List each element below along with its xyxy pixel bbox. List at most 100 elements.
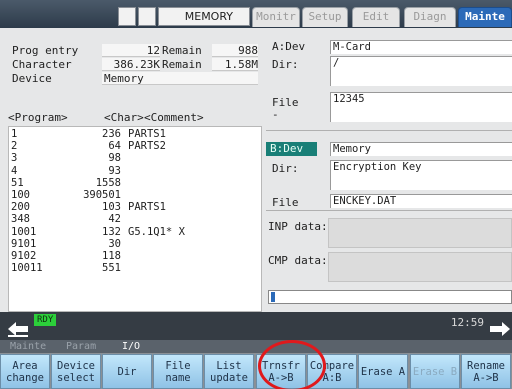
device-a-field[interactable]: M-Card [330, 40, 512, 54]
softkey-label-line1: Device [57, 359, 95, 372]
softkey-erase-b-button[interactable]: Erase B [410, 354, 460, 389]
device-a-block[interactable]: A:Dev M-Card Dir: / File 12345 - [266, 38, 512, 122]
next-arrow-icon[interactable] [488, 320, 512, 338]
program-size: 103 [102, 201, 121, 214]
file-b-field[interactable]: ENCKEY.DAT [330, 194, 512, 208]
character-label: Character [12, 58, 72, 71]
softkey-bar: Area change Device select Dir File name List upd… [0, 353, 512, 389]
softkey-label-line1: Trnsfr [262, 359, 300, 372]
softkey-dir-button[interactable]: Dir [102, 354, 152, 389]
table-row[interactable]: 9102 118 [9, 250, 259, 262]
prog-entry-label: Prog entry [12, 44, 79, 57]
softkey-label-line2: update [210, 371, 248, 384]
program-number: 3 [11, 152, 18, 165]
table-row[interactable]: 348 42 [9, 213, 259, 225]
device-b-block[interactable]: B:Dev Memory Dir: Encryption Key File EN… [266, 138, 512, 218]
tab-setup[interactable]: Setup [302, 7, 348, 27]
softkey-label-line1: Compare [309, 359, 355, 372]
device-b-field[interactable]: Memory [330, 142, 512, 156]
program-size: 64 [108, 140, 121, 153]
blank-indicator [138, 7, 156, 26]
inp-data-label: INP data: [268, 220, 328, 233]
softkey-list-update-button[interactable]: List update [204, 354, 254, 389]
transfer-panel: A:Dev M-Card Dir: / File 12345 - B:Dev M… [266, 38, 512, 304]
prog-entry-row: Prog entry 12 Remain 988 [12, 44, 262, 58]
table-row[interactable]: 3 98 [9, 152, 259, 164]
file-b-label: File [272, 196, 299, 209]
softkey-device-select-button[interactable]: Device select [51, 354, 101, 389]
comment-column-header: <Comment> [144, 111, 204, 124]
program-size: 1558 [95, 176, 121, 189]
program-size: 132 [102, 225, 121, 238]
character-value: 386.23K [113, 58, 160, 71]
program-size: 390501 [83, 189, 121, 201]
softkey-label-line2: A:B [322, 371, 342, 384]
table-row[interactable]: 1001 132 G5.1Q1* X [9, 226, 259, 238]
program-comment: PARTS2 [128, 140, 166, 153]
program-number: 200 [11, 201, 30, 214]
cmp-data-field [328, 252, 512, 282]
program-number: 348 [11, 213, 30, 226]
program-number: 4 [11, 164, 18, 177]
tab-edit[interactable]: Edit [352, 7, 400, 27]
tab-maintenance[interactable]: Mainte [458, 7, 512, 27]
char-column-header: <Char> [104, 111, 144, 124]
clock: 12:59 [450, 316, 484, 329]
table-row[interactable]: 100 390501 [9, 189, 259, 201]
program-list-header: <Program> <Char> <Comment> [8, 111, 258, 125]
divider [266, 210, 512, 211]
softkey-label-line1: List [216, 359, 242, 372]
device-a-label: A:Dev [272, 40, 306, 53]
program-number: 9102 [11, 250, 37, 262]
table-row[interactable]: 10011 551 [9, 262, 259, 274]
blank-indicator [118, 7, 136, 26]
program-number: 9101 [11, 237, 37, 250]
program-number: 2 [11, 140, 18, 153]
softkey-compare-a-b-button[interactable]: Compare A:B [307, 354, 357, 389]
softkey-label-line2: change [6, 371, 44, 384]
program-size: 551 [102, 262, 121, 275]
softkey-label-line2: A->B [473, 371, 499, 384]
program-list[interactable]: 1 236 PARTS1 2 64 PARTS2 3 98 4 93 51 1558 100 390501… [8, 126, 262, 312]
program-size: 118 [102, 250, 121, 262]
dir-b-label: Dir: [272, 162, 299, 175]
softkey-area-change-button[interactable]: Area change [0, 354, 50, 389]
table-row[interactable]: 9101 30 [9, 238, 259, 250]
softkey-label-line1: Area [12, 359, 38, 372]
dir-b-field[interactable]: Encryption Key [330, 160, 512, 190]
back-arrow-icon[interactable] [6, 320, 30, 338]
table-row[interactable]: 1 236 PARTS1 [9, 128, 259, 140]
table-row[interactable]: 200 103 PARTS1 [9, 201, 259, 213]
input-cursor [271, 292, 275, 302]
caption-mainte: Mainte [10, 341, 47, 352]
program-column-header: <Program> [8, 111, 68, 124]
inp-data-field [328, 218, 512, 248]
dir-a-field[interactable]: / [330, 56, 512, 86]
program-comment: G5.1Q1* X [128, 225, 185, 238]
program-number: 1 [11, 128, 18, 140]
program-size: 42 [108, 213, 121, 226]
softkey-erase-a-button[interactable]: Erase A [358, 354, 408, 389]
ready-badge: RDY [34, 314, 57, 326]
caption-param: Param [66, 341, 97, 352]
table-row[interactable]: 2 64 PARTS2 [9, 140, 259, 152]
softkey-label-line1: Rename [467, 359, 505, 372]
softkey-file-name-button[interactable]: File name [153, 354, 203, 389]
file-a-field[interactable]: 12345 [330, 92, 512, 122]
table-row[interactable]: 51 1558 [9, 177, 259, 189]
key-input-line[interactable] [268, 290, 512, 304]
divider [266, 130, 512, 131]
file-a-extra: - [272, 108, 279, 121]
memory-panel: Prog entry 12 Remain 988 Character 386.2… [4, 32, 262, 312]
program-number: 1001 [11, 225, 37, 238]
top-bar: MEMORY Monitr Setup Edit Diagn Mainte [0, 0, 512, 28]
table-row[interactable]: 4 93 [9, 165, 259, 177]
softkey-transfer-a-to-b-button[interactable]: Trnsfr A->B [256, 354, 306, 389]
device-b-label: B:Dev [266, 142, 318, 156]
program-size: 30 [108, 237, 121, 250]
softkey-rename-a-to-b-button[interactable]: Rename A->B [461, 354, 511, 389]
prog-entry-value: 12 [146, 44, 160, 57]
tab-diagnosis[interactable]: Diagn [404, 7, 456, 27]
tab-monitor[interactable]: Monitr [252, 7, 300, 27]
softkey-label-line1: Erase B [412, 365, 458, 378]
